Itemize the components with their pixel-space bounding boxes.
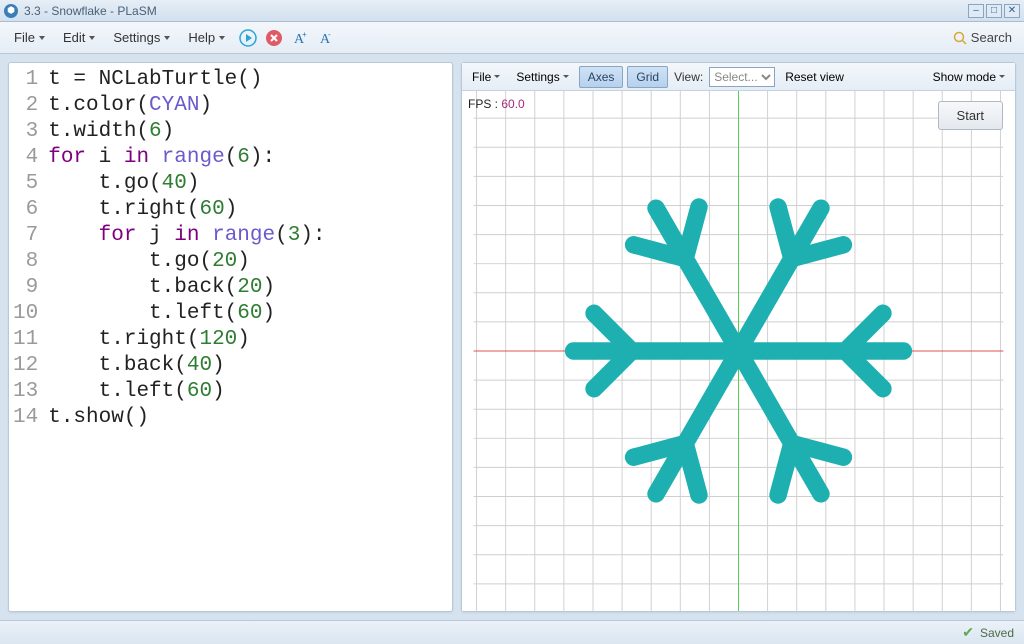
code-line[interactable]: t.right(60) [48,197,444,223]
caret-down-icon [164,36,170,40]
svg-text:+: + [302,30,307,39]
code-line[interactable]: t.show() [48,405,444,431]
app-icon: ⬢ [4,4,18,18]
caret-down-icon [563,75,569,78]
viewer-canvas[interactable]: FPS : 60.0 Start [462,91,1015,611]
line-number: 4 [13,145,42,171]
code-line[interactable]: for i in range(6): [48,145,444,171]
code-line[interactable]: t.width(6) [48,119,444,145]
code-line[interactable]: t.go(40) [48,171,444,197]
maximize-button[interactable]: □ [986,4,1002,18]
play-icon [239,29,257,47]
viewer-toolbar: File Settings Axes Grid View: Select... … [462,63,1015,91]
line-number: 14 [13,405,42,431]
window-title: 3.3 - Snowflake - PLaSM [24,4,968,18]
workspace: 1234567891011121314 t = NCLabTurtle()t.c… [0,54,1024,620]
line-number: 13 [13,379,42,405]
code-line[interactable]: t.right(120) [48,327,444,353]
line-number: 7 [13,223,42,249]
reset-view-label: Reset view [785,70,844,84]
caret-down-icon [494,75,500,78]
scene-svg [462,91,1015,611]
line-number: 2 [13,93,42,119]
code-line[interactable]: t = NCLabTurtle() [48,67,444,93]
viewer-settings-label: Settings [516,70,559,84]
menu-settings[interactable]: Settings [105,26,178,49]
status-saved: Saved [980,626,1014,640]
fps-readout: FPS : 60.0 [468,97,525,111]
menubar: File Edit Settings Help A+ A- Search [0,22,1024,54]
view-label: View: [672,70,705,84]
line-gutter: 1234567891011121314 [9,63,48,611]
view-select[interactable]: Select... [709,67,775,87]
code-line[interactable]: t.left(60) [48,379,444,405]
viewer-file-label: File [472,70,491,84]
stop-button[interactable] [263,27,285,49]
line-number: 8 [13,249,42,275]
menu-edit-label: Edit [63,30,85,45]
start-button[interactable]: Start [938,101,1003,130]
code-line[interactable]: t.go(20) [48,249,444,275]
viewer-menu-settings[interactable]: Settings [510,67,574,87]
menu-file[interactable]: File [6,26,53,49]
menu-help-label: Help [188,30,215,45]
line-number: 6 [13,197,42,223]
search-icon [953,31,967,45]
stop-icon [265,29,283,47]
titlebar: ⬢ 3.3 - Snowflake - PLaSM ‒ □ ✕ [0,0,1024,22]
fps-value: 60.0 [501,97,524,111]
show-mode-label: Show mode [933,70,996,84]
axes-toggle[interactable]: Axes [579,66,624,88]
code-line[interactable]: t.back(20) [48,275,444,301]
line-number: 12 [13,353,42,379]
code-line[interactable]: for j in range(3): [48,223,444,249]
grid-toggle[interactable]: Grid [627,66,668,88]
code-editor[interactable]: 1234567891011121314 t = NCLabTurtle()t.c… [8,62,453,612]
font-decrease-button[interactable]: A- [315,27,337,49]
code-line[interactable]: t.left(60) [48,301,444,327]
check-icon: ✔ [962,624,974,641]
font-increase-button[interactable]: A+ [289,27,311,49]
line-number: 10 [13,301,42,327]
svg-text:-: - [328,30,331,39]
font-increase-icon: A+ [291,29,309,47]
menu-settings-label: Settings [113,30,160,45]
show-mode-menu[interactable]: Show mode [927,67,1011,87]
viewer-menu-file[interactable]: File [466,67,506,87]
menu-file-label: File [14,30,35,45]
caret-down-icon [89,36,95,40]
line-number: 1 [13,67,42,93]
line-number: 3 [13,119,42,145]
close-button[interactable]: ✕ [1004,4,1020,18]
menu-help[interactable]: Help [180,26,233,49]
font-decrease-icon: A- [317,29,335,47]
line-number: 9 [13,275,42,301]
caret-down-icon [999,75,1005,78]
line-number: 11 [13,327,42,353]
caret-down-icon [219,36,225,40]
statusbar: ✔ Saved [0,620,1024,644]
code-line[interactable]: t.color(CYAN) [48,93,444,119]
fps-label: FPS : [468,97,498,111]
code-area[interactable]: t = NCLabTurtle()t.color(CYAN)t.width(6)… [48,63,452,611]
minimize-button[interactable]: ‒ [968,4,984,18]
line-number: 5 [13,171,42,197]
viewer-panel: File Settings Axes Grid View: Select... … [461,62,1016,612]
caret-down-icon [39,36,45,40]
reset-view-button[interactable]: Reset view [779,67,850,87]
code-line[interactable]: t.back(40) [48,353,444,379]
menu-edit[interactable]: Edit [55,26,103,49]
search-button[interactable]: Search [947,26,1018,49]
run-button[interactable] [237,27,259,49]
search-label: Search [971,30,1012,45]
